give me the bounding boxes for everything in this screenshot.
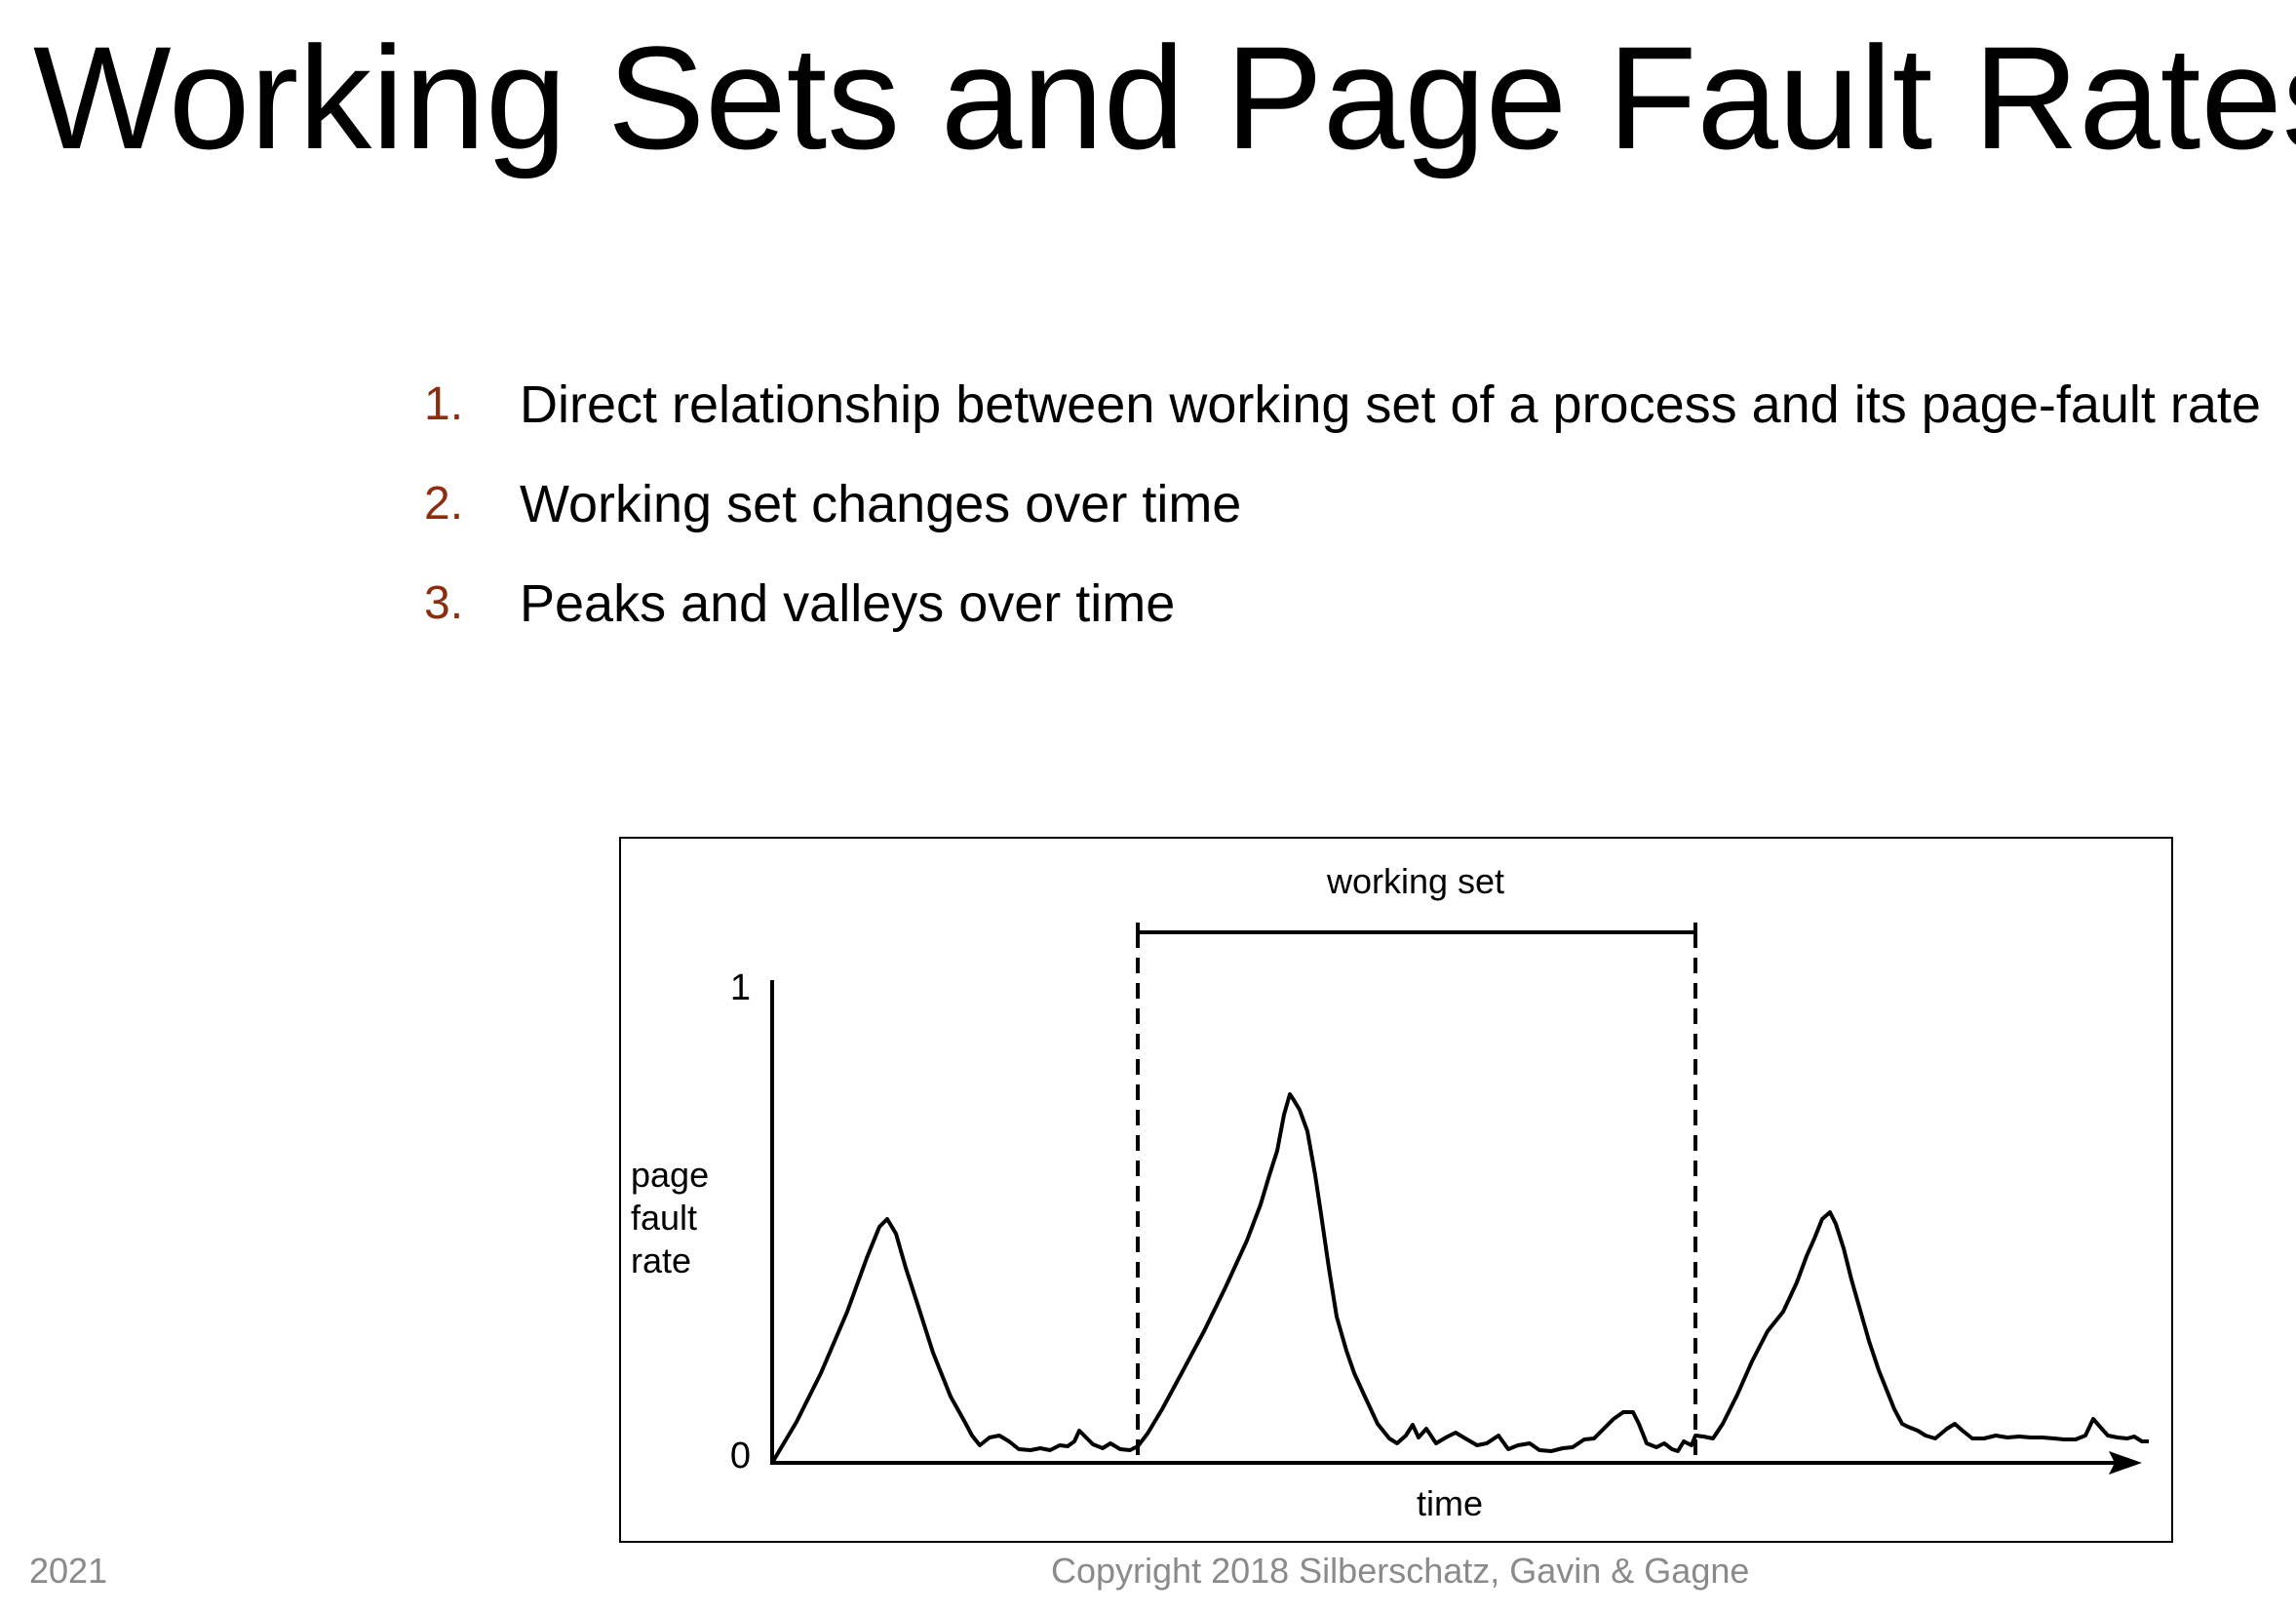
bullet-item-1: 1. Direct relationship between working s… — [424, 369, 2277, 441]
footer-year: 2021 — [29, 1551, 108, 1591]
bullet-item-2: 2. Working set changes over time — [424, 468, 2277, 540]
working-set-figure: working set 1 0 page fault rate time — [619, 837, 2173, 1543]
figure-diagram: working set 1 0 page fault rate time — [631, 861, 2149, 1523]
page-fault-rate-curve — [770, 1092, 2149, 1465]
y-axis-bottom-label: 0 — [730, 1436, 751, 1476]
working-set-label: working set — [1326, 861, 1504, 901]
bullet-text: Direct relationship between working set … — [520, 375, 2261, 434]
y-axis-label-line-3: rate — [631, 1240, 691, 1280]
y-axis-top-label: 1 — [730, 967, 751, 1008]
slide-title: Working Sets and Page Fault Rates — [33, 16, 2296, 179]
footer-copyright: Copyright 2018 Silberschatz, Gavin & Gag… — [1051, 1551, 1750, 1591]
bullet-number: 3. — [424, 577, 464, 629]
bullet-number: 1. — [424, 378, 464, 430]
bullet-item-3: 3. Peaks and valleys over time — [424, 568, 2277, 640]
y-axis-label-line-1: page — [631, 1155, 709, 1195]
x-axis-label: time — [1417, 1483, 1483, 1523]
bullet-text: Peaks and valleys over time — [520, 574, 1176, 633]
y-axis-label-line-2: fault — [631, 1198, 697, 1238]
bullet-number: 2. — [424, 478, 464, 530]
bullet-list: 1. Direct relationship between working s… — [424, 369, 2277, 667]
bullet-text: Working set changes over time — [520, 475, 1242, 533]
